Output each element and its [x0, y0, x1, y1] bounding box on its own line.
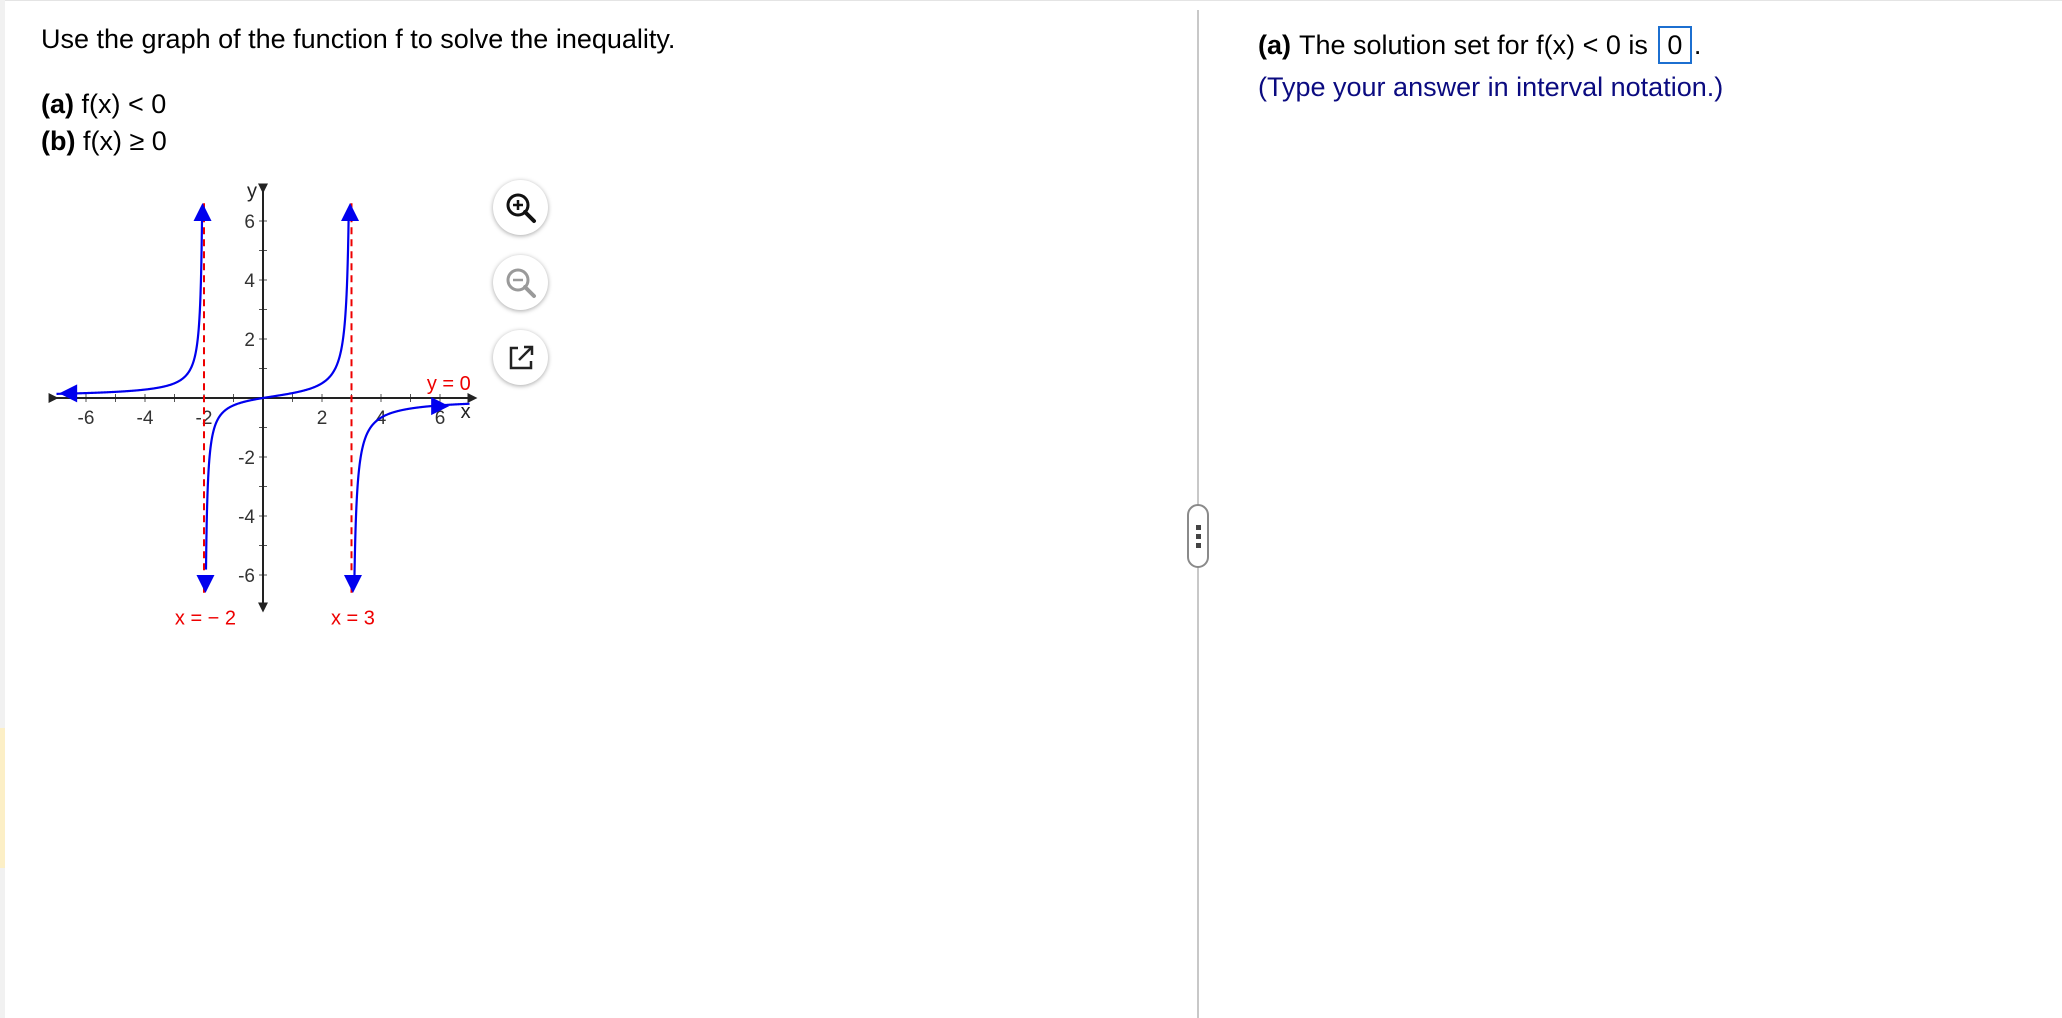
answer-line: (a) The solution set for f(x) < 0 is 0 . [1258, 26, 1701, 64]
y-axis-label: y [247, 180, 257, 202]
grip-dot [1195, 533, 1201, 539]
graph-canvas: -6 -4 -2 2 4 6642-2-4-6xyx = − 2x = 3y = 0 [48, 180, 478, 630]
y-tick-label: -2 [238, 448, 255, 469]
answer-period: . [1693, 29, 1702, 60]
x-tick-label: -4 [137, 408, 154, 429]
answer-hint: (Type your answer in interval notation.) [1258, 72, 1724, 102]
curve-arrow-down-right [343, 575, 362, 593]
zoom-in-icon [506, 193, 536, 223]
x-tick-label: -6 [78, 408, 95, 429]
curve-branch-middle [204, 208, 350, 570]
function-graph: -6 -4 -2 2 4 6 6 4 2 -2 -4 -6 x y x = − 2x = 3y = 0 [41, 170, 501, 630]
x-tick-label: 2 [317, 408, 328, 429]
popout-button[interactable] [493, 330, 548, 385]
answer-input[interactable]: 0 [1657, 26, 1692, 64]
grip-dot [1195, 542, 1201, 548]
question-instruction: Use the graph of the function f to solve… [41, 24, 676, 54]
asymptote-label-left: x = − 2 [175, 608, 236, 630]
y-tick-label: -6 [238, 566, 255, 587]
y-tick-label: 6 [244, 212, 255, 233]
asymptote-label-right: x = 3 [331, 608, 375, 630]
asymptote-label-horizontal: y = 0 [427, 373, 471, 395]
inequality-parts: (a) f(x) < 0 (b) f(x) ≥ 0 [41, 86, 167, 160]
part-b-tag: (b) [41, 126, 76, 156]
curve-arrow-left-end [59, 384, 78, 403]
y-tick-label: 2 [244, 330, 255, 351]
zoom-out-icon [506, 268, 536, 298]
curve-arrow-up-left [193, 203, 212, 221]
y-tick-label: 4 [244, 271, 255, 292]
answer-prompt: The solution set for f(x) < 0 is [1299, 29, 1648, 60]
y-tick-label: -4 [238, 507, 255, 528]
curve-arrow-down-left [196, 575, 215, 593]
grip-dot [1195, 524, 1201, 530]
left-edge-highlight [0, 728, 5, 868]
part-a-expr: f(x) < 0 [81, 89, 167, 119]
curve-branch-right [353, 402, 470, 587]
zoom-out-button[interactable] [493, 255, 548, 310]
part-b: (b) f(x) ≥ 0 [41, 123, 167, 160]
zoom-in-button[interactable] [493, 180, 548, 235]
answer-part-tag: (a) [1258, 29, 1291, 60]
popout-icon [509, 345, 533, 369]
curve-arrow-up-right [341, 203, 360, 221]
question-pane: Use the graph of the function f to solve… [41, 0, 1191, 1018]
curve-branch-left [56, 219, 204, 395]
part-a-tag: (a) [41, 89, 74, 119]
pane-resize-handle[interactable] [1187, 504, 1209, 568]
part-b-expr: f(x) ≥ 0 [83, 126, 167, 156]
part-a: (a) f(x) < 0 [41, 86, 167, 123]
